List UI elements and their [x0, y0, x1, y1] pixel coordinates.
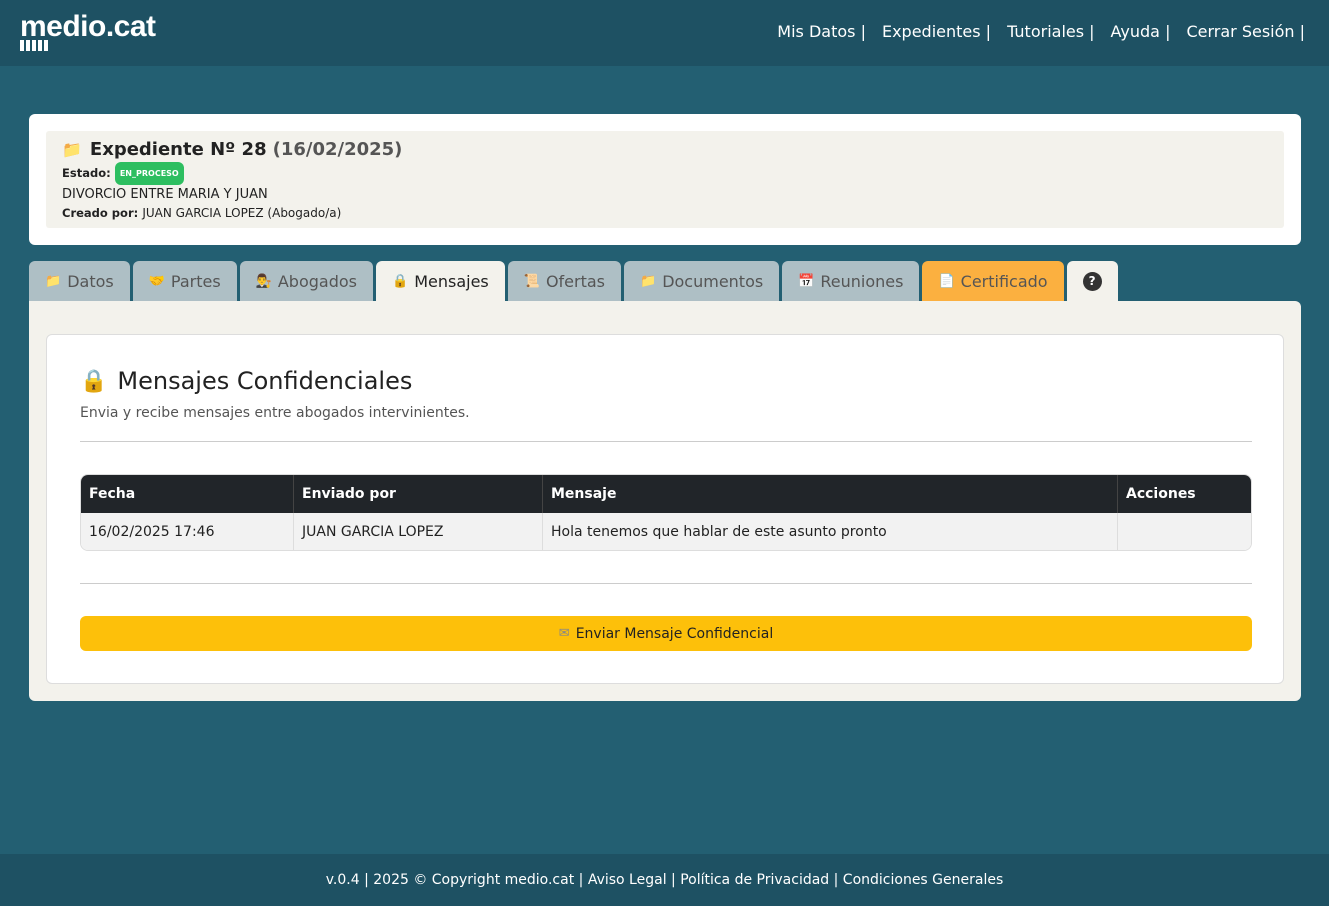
tab-help[interactable]: ?	[1066, 261, 1118, 301]
send-confidential-message-button[interactable]: ✉ Enviar Mensaje Confidencial	[80, 616, 1252, 651]
divider	[80, 583, 1252, 584]
tab-label: Partes	[170, 271, 221, 291]
expediente-card: 📁 Expediente Nº 28 (16/02/2025) Estado: …	[29, 114, 1301, 245]
handshake-icon: 🤝	[148, 273, 165, 289]
expediente-title-row: 📁 Expediente Nº 28 (16/02/2025)	[62, 137, 1268, 162]
document-icon: 📄	[938, 273, 955, 289]
tab-label: Ofertas	[545, 271, 605, 291]
section-title-row: 🔒 Mensajes Confidenciales	[80, 367, 412, 395]
folder-icon: 📁	[62, 140, 82, 159]
nav-ayuda[interactable]: Ayuda |	[1111, 22, 1171, 41]
col-enviado-por: Enviado por	[294, 475, 543, 513]
section-subtitle: Envia y recibe mensajes entre abogados i…	[80, 405, 470, 421]
tab-panel: 🔒 Mensajes Confidenciales Envia y recibe…	[29, 301, 1301, 701]
main-nav: Mis Datos | Expedientes | Tutoriales | A…	[777, 22, 1305, 41]
tab-reuniones[interactable]: 📅 Reuniones	[782, 261, 920, 301]
help-icon: ?	[1082, 271, 1102, 291]
tab-label: Datos	[67, 271, 114, 291]
table-header: Fecha Enviado por Mensaje Acciones	[81, 475, 1251, 513]
folder-icon: 📁	[640, 273, 657, 289]
tab-label: Mensajes	[414, 272, 489, 291]
top-bar: medio.cat Mis Datos | Expedientes | Tuto…	[0, 0, 1329, 66]
nav-mis-datos[interactable]: Mis Datos |	[777, 22, 866, 41]
expediente-summary: 📁 Expediente Nº 28 (16/02/2025) Estado: …	[46, 131, 1284, 228]
expediente-title: Expediente Nº 28	[89, 139, 267, 160]
mensajes-card: 🔒 Mensajes Confidenciales Envia y recibe…	[46, 334, 1284, 684]
creado-value: JUAN GARCIA LOPEZ (Abogado/a)	[142, 206, 342, 220]
tab-partes[interactable]: 🤝 Partes	[132, 261, 237, 301]
messages-table: Fecha Enviado por Mensaje Acciones 16/02…	[80, 474, 1252, 551]
folder-icon: 📁	[45, 273, 62, 289]
cell-enviado-por: JUAN GARCIA LOPEZ	[294, 513, 543, 550]
logo[interactable]: medio.cat	[20, 10, 156, 44]
tab-documentos[interactable]: 📁 Documentos	[624, 261, 780, 301]
col-fecha: Fecha	[81, 475, 294, 513]
envelope-icon: ✉	[558, 626, 570, 641]
cell-mensaje: Hola tenemos que hablar de este asunto p…	[543, 513, 1118, 550]
col-mensaje: Mensaje	[543, 475, 1118, 513]
creado-label: Creado por:	[62, 206, 139, 220]
tab-datos[interactable]: 📁 Datos	[29, 261, 130, 301]
cell-acciones	[1118, 513, 1251, 550]
tab-label: Abogados	[277, 271, 357, 291]
lawyer-icon: 👨‍⚖️	[255, 273, 272, 289]
tab-certificado[interactable]: 📄 Certificado	[922, 261, 1064, 301]
tab-label: Certificado	[960, 271, 1048, 291]
footer-text: v.0.4 | 2025 © Copyright medio.cat | Avi…	[325, 872, 1004, 888]
table-row: 16/02/2025 17:46 JUAN GARCIA LOPEZ Hola …	[81, 513, 1251, 550]
status-badge: EN_PROCESO	[114, 162, 184, 185]
footer: v.0.4 | 2025 © Copyright medio.cat | Avi…	[0, 854, 1329, 906]
scroll-icon: 📜	[523, 273, 540, 289]
divider	[80, 441, 1252, 442]
estado-row: Estado: EN_PROCESO	[62, 162, 1268, 185]
tab-bar: 📁 Datos 🤝 Partes 👨‍⚖️ Abogados 🔒 Mensajes 📜 O…	[29, 261, 1118, 302]
send-button-label: Enviar Mensaje Confidencial	[575, 625, 774, 642]
logo-bars-icon	[20, 40, 48, 51]
col-acciones: Acciones	[1126, 486, 1196, 502]
tab-label: Reuniones	[820, 271, 904, 291]
expediente-description: DIVORCIO ENTRE MARIA Y JUAN	[62, 187, 268, 202]
nav-cerrar-sesion[interactable]: Cerrar Sesión |	[1186, 22, 1305, 41]
tab-label: Documentos	[662, 271, 764, 291]
lock-icon: 🔒	[80, 368, 108, 394]
cell-fecha: 16/02/2025 17:46	[81, 513, 294, 550]
expediente-date: (16/02/2025)	[272, 139, 403, 160]
nav-tutoriales[interactable]: Tutoriales |	[1007, 22, 1094, 41]
estado-label: Estado:	[62, 166, 111, 180]
lock-icon: 🔒	[392, 274, 409, 289]
calendar-icon: 📅	[798, 273, 815, 289]
tab-mensajes[interactable]: 🔒 Mensajes	[376, 261, 505, 302]
creado-row: Creado por: JUAN GARCIA LOPEZ (Abogado/a…	[62, 204, 1268, 223]
nav-expedientes[interactable]: Expedientes |	[882, 22, 991, 41]
tab-abogados[interactable]: 👨‍⚖️ Abogados	[239, 261, 373, 301]
tab-ofertas[interactable]: 📜 Ofertas	[507, 261, 621, 301]
section-title: Mensajes Confidenciales	[117, 367, 413, 395]
